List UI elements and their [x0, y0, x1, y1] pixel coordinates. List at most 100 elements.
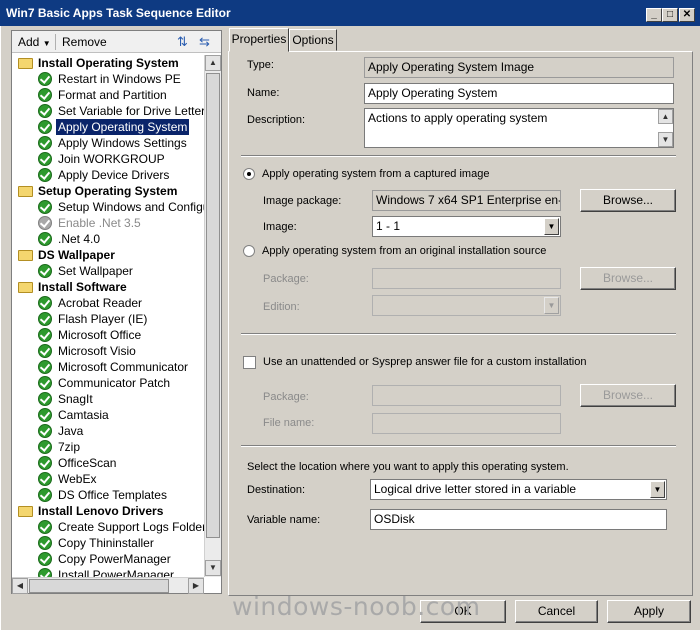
tree-item-label: Install Lenovo Drivers — [38, 504, 164, 518]
edition-label: Edition: — [263, 301, 300, 313]
chevron-down-icon[interactable]: ▼ — [544, 297, 559, 314]
tree-item-label: .Net 4.0 — [58, 232, 101, 246]
tab-properties[interactable]: Properties — [229, 28, 289, 52]
type-field: Apply Operating System Image — [364, 57, 674, 78]
tree-item-label: Install Software — [38, 280, 127, 294]
tab-options[interactable]: Options — [289, 29, 337, 51]
tree-vertical-scrollbar[interactable]: ▲ ▼ — [204, 55, 221, 577]
check-icon — [38, 456, 52, 470]
tree-item-label: 7zip — [58, 440, 81, 454]
check-icon — [38, 312, 52, 326]
check-icon — [38, 536, 52, 550]
destination-select-value: Logical drive letter stored in a variabl… — [374, 482, 577, 496]
tree-item-label: Join WORKGROUP — [58, 152, 165, 166]
destination-select[interactable]: Logical drive letter stored in a variabl… — [370, 479, 667, 500]
image-label: Image: — [263, 221, 297, 233]
cancel-button[interactable]: Cancel — [515, 600, 598, 623]
tree-toolbar: Add ▼ Remove ⇅ ⇆ — [12, 31, 221, 53]
tree-item-label: Camtasia — [58, 408, 109, 422]
check-icon — [38, 472, 52, 486]
check-icon — [38, 232, 52, 246]
unattend-package-browse-button[interactable]: Browse... — [580, 384, 676, 407]
name-input[interactable]: Apply Operating System — [364, 83, 674, 104]
tree-item-label: Install Operating System — [38, 56, 179, 70]
vertical-scroll-thumb[interactable] — [206, 73, 220, 538]
folder-icon — [18, 282, 33, 293]
check-icon — [38, 152, 52, 166]
chevron-down-icon[interactable]: ▼ — [650, 481, 665, 498]
separator — [241, 155, 676, 157]
tree-item-label: Apply Windows Settings — [58, 136, 187, 150]
tree-item-label: Acrobat Reader — [58, 296, 143, 310]
original-package-label: Package: — [263, 273, 309, 285]
captured-image-radio[interactable] — [243, 168, 255, 180]
tree-item-label: SnagIt — [58, 392, 93, 406]
description-textarea[interactable]: Actions to apply operating system ▲ ▼ — [364, 108, 674, 148]
tree-item-label: Set Wallpaper — [58, 264, 133, 278]
check-icon — [38, 392, 52, 406]
check-icon — [38, 424, 52, 438]
check-icon — [38, 120, 52, 134]
image-package-field: Windows 7 x64 SP1 Enterprise en-US — [372, 190, 561, 211]
tree-item-label: Flash Player (IE) — [58, 312, 148, 326]
folder-icon — [18, 506, 33, 517]
tree-item-label: Set Variable for Drive Letter — [58, 104, 204, 118]
check-icon — [38, 360, 52, 374]
chevron-down-icon[interactable]: ▼ — [544, 218, 559, 235]
image-package-browse-button[interactable]: Browse... — [580, 189, 676, 212]
check-icon — [38, 328, 52, 342]
apply-button[interactable]: Apply — [607, 600, 691, 623]
dropdown-arrow-icon: ▼ — [42, 39, 51, 48]
filename-select[interactable] — [372, 413, 561, 434]
original-source-radio[interactable] — [243, 245, 255, 257]
variable-name-input[interactable]: OSDisk — [370, 509, 667, 530]
tree-item-label: Microsoft Office — [58, 328, 142, 342]
check-icon — [38, 376, 52, 390]
scroll-up-icon[interactable]: ▲ — [205, 55, 221, 71]
move-up-icon[interactable]: ⇅ — [177, 34, 188, 50]
tree-item-label: Create Support Logs Folder — [58, 520, 204, 534]
scroll-right-icon[interactable]: ▶ — [188, 578, 204, 594]
tree-item-label: OfficeScan — [58, 456, 117, 470]
tree-item-label: Setup Windows and Configura — [58, 200, 204, 214]
tree-horizontal-scrollbar[interactable]: ◀ ▶ — [12, 577, 204, 594]
horizontal-scroll-thumb[interactable] — [29, 579, 169, 593]
properties-panel: Type: Apply Operating System Image Name:… — [228, 51, 693, 596]
destination-label: Destination: — [247, 484, 306, 496]
check-icon — [38, 136, 52, 150]
add-label: Add — [18, 35, 40, 49]
tree-item-label: WebEx — [58, 472, 97, 486]
captured-image-label: Apply operating system from a captured i… — [262, 168, 490, 180]
close-button[interactable]: ✕ — [679, 8, 695, 22]
minimize-button[interactable]: _ — [646, 8, 662, 22]
tree-item-label: Format and Partition — [58, 88, 167, 102]
variable-name-label: Variable name: — [247, 514, 321, 526]
tree-item-label: Apply Operating System — [56, 119, 190, 135]
tree-item-label: Copy PowerManager — [58, 552, 171, 566]
check-icon — [38, 168, 52, 182]
description-text: Actions to apply operating system — [368, 111, 548, 125]
check-icon — [38, 344, 52, 358]
add-menu-button[interactable]: Add ▼ — [18, 35, 51, 49]
desc-scroll-up-icon[interactable]: ▲ — [658, 109, 673, 124]
close-icon: ✕ — [682, 9, 692, 20]
window-title: Win7 Basic Apps Task Sequence Editor — [6, 6, 231, 20]
tree-item-label: Microsoft Visio — [58, 344, 136, 358]
separator — [241, 333, 676, 335]
desc-scroll-down-icon[interactable]: ▼ — [658, 132, 673, 147]
move-down-icon[interactable]: ⇆ — [199, 34, 210, 50]
folder-icon — [18, 58, 33, 69]
original-package-browse-button[interactable]: Browse... — [580, 267, 676, 290]
check-icon — [38, 488, 52, 502]
maximize-button[interactable]: □ — [662, 8, 678, 22]
minimize-icon: _ — [651, 9, 657, 20]
description-label: Description: — [247, 114, 306, 126]
image-select[interactable]: 1 - 1 ▼ — [372, 216, 561, 237]
check-icon — [38, 408, 52, 422]
remove-button[interactable]: Remove — [62, 35, 107, 49]
tree-item-label: Setup Operating System — [38, 184, 178, 198]
scroll-down-icon[interactable]: ▼ — [205, 560, 221, 576]
unattend-checkbox[interactable] — [243, 356, 256, 369]
scroll-left-icon[interactable]: ◀ — [12, 578, 28, 594]
edition-select[interactable]: ▼ — [372, 295, 561, 316]
